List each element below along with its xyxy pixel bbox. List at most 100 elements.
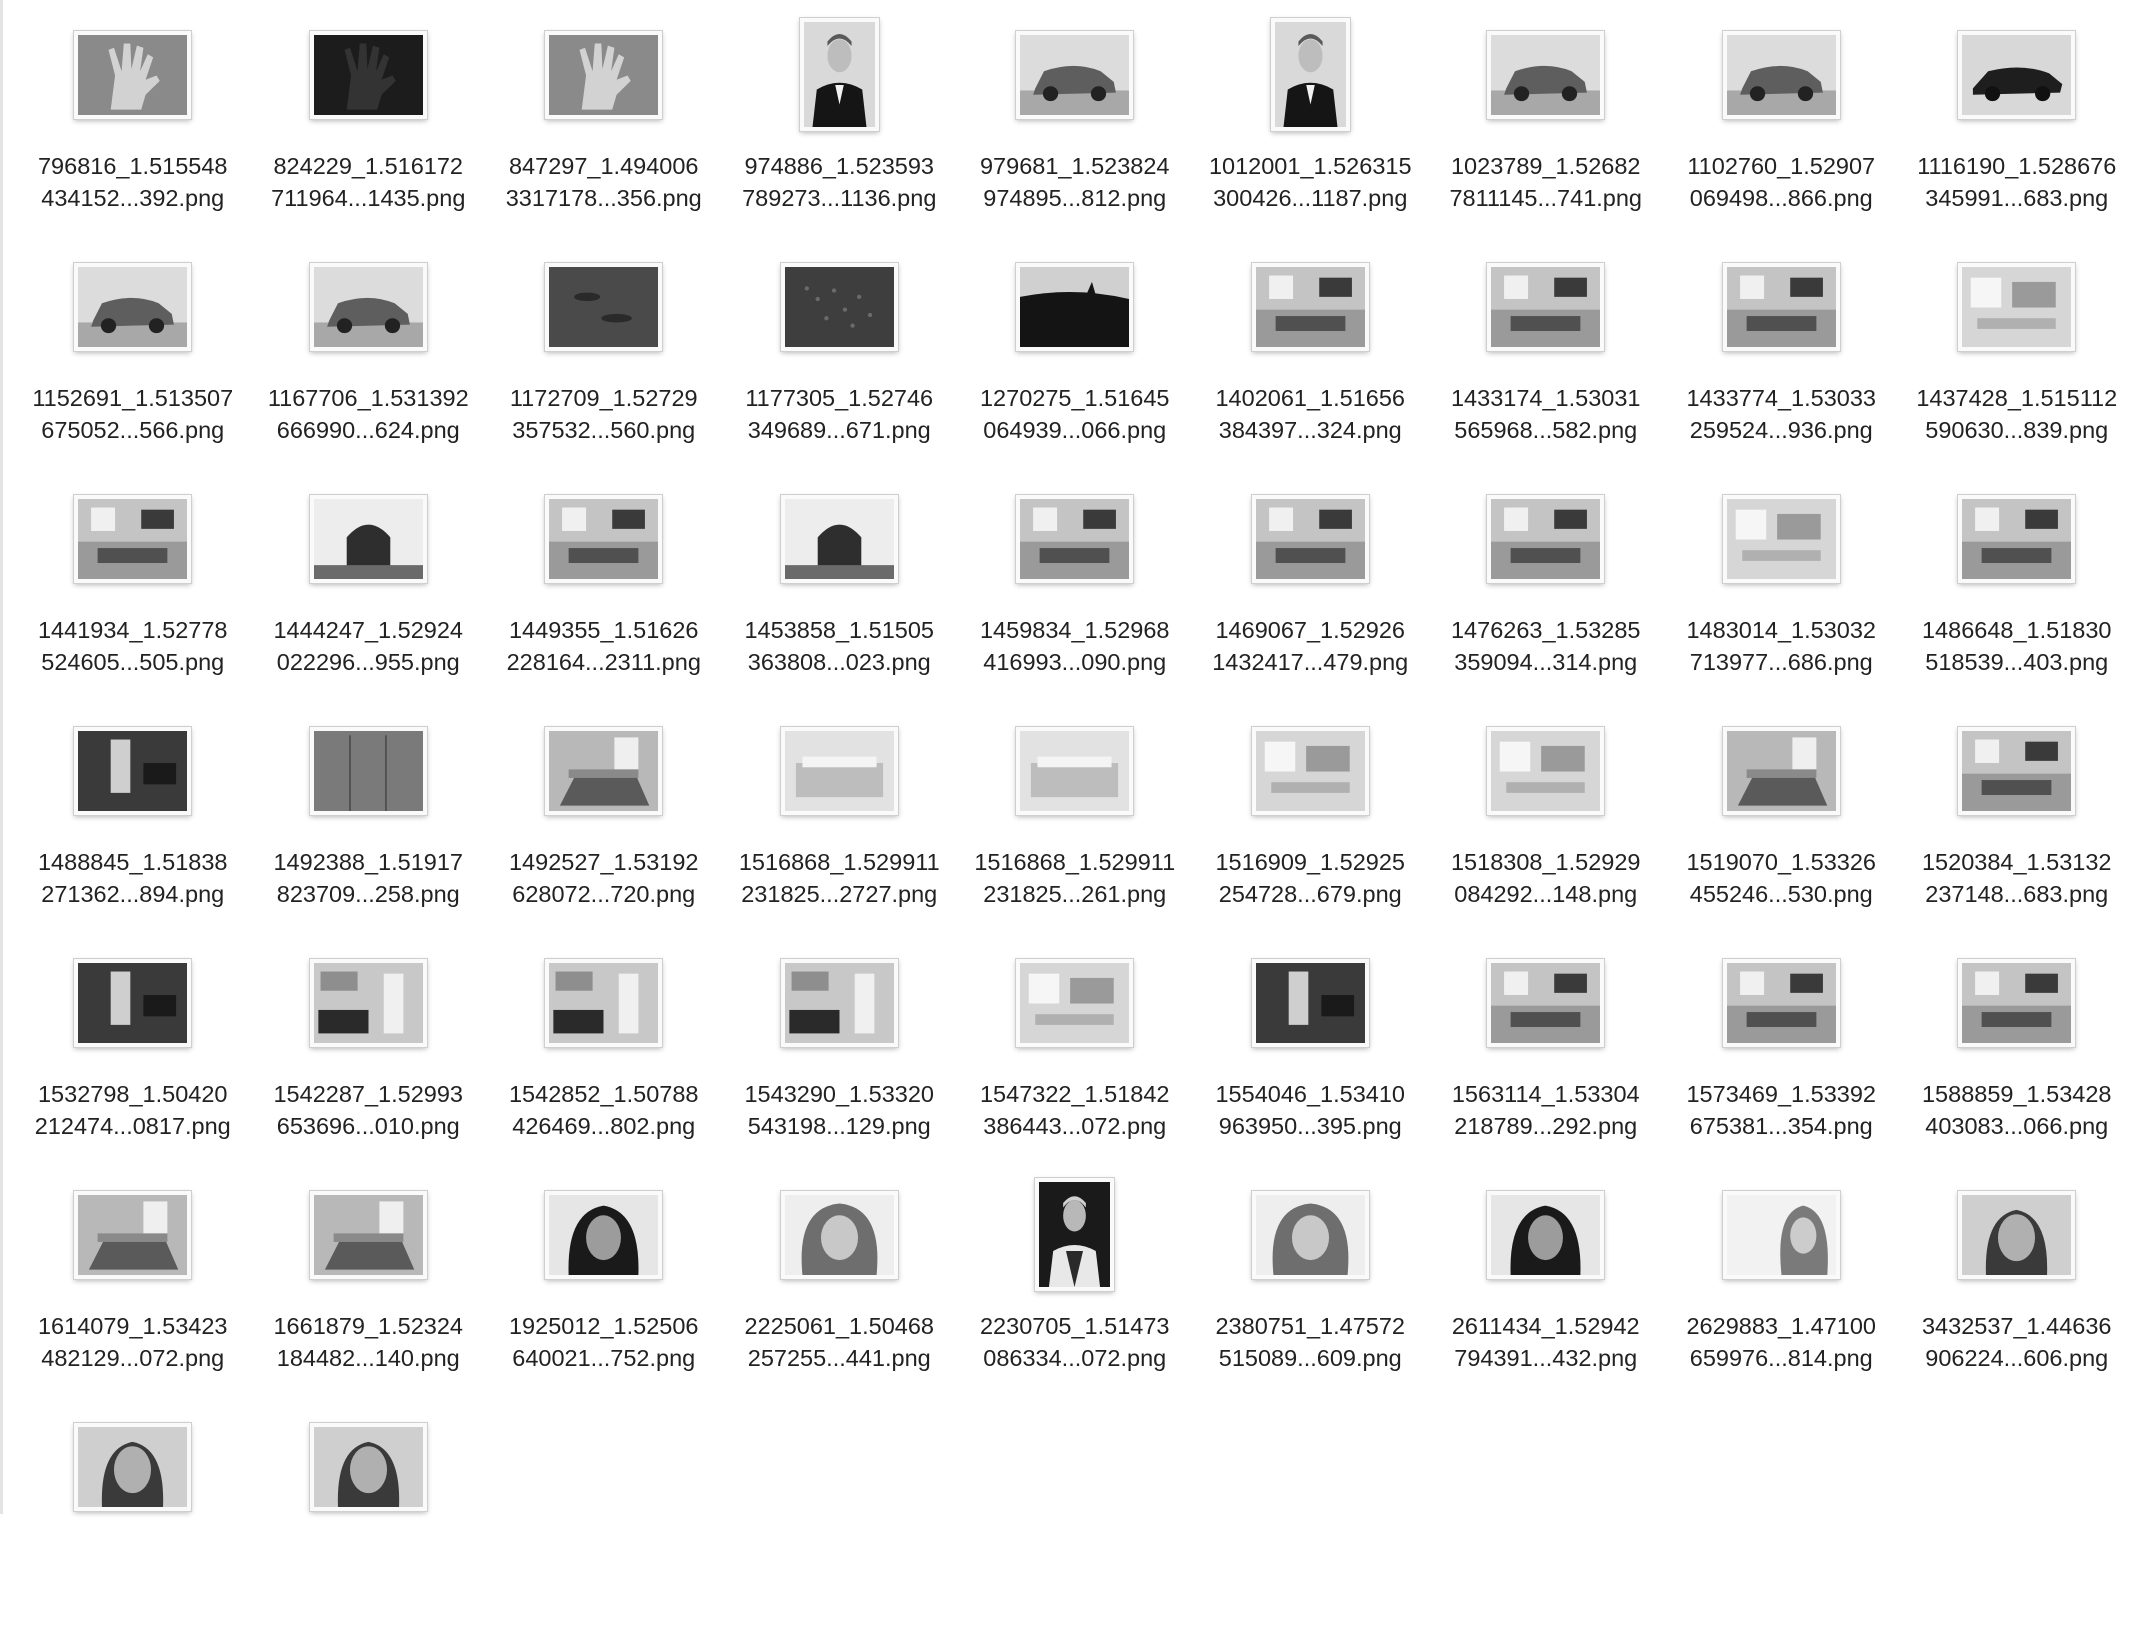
file-item[interactable]: 824229_1.516172 711964...1435.png — [251, 12, 487, 244]
file-item[interactable]: 1516868_1.529911 231825...2727.png — [722, 708, 958, 940]
image-thumbnail[interactable] — [1486, 493, 1606, 584]
image-thumbnail[interactable] — [1721, 1189, 1841, 1280]
file-item[interactable]: 1476263_1.53285 359094...314.png — [1428, 476, 1664, 708]
file-item[interactable]: 1433174_1.53031 565968...582.png — [1428, 244, 1664, 476]
image-thumbnail[interactable] — [1269, 17, 1351, 132]
file-item[interactable]: 1661879_1.52324 184482...140.png — [251, 1172, 487, 1404]
file-item[interactable]: 1488845_1.51838 271362...894.png — [15, 708, 251, 940]
image-thumbnail[interactable] — [1250, 1189, 1370, 1280]
image-thumbnail[interactable] — [1250, 957, 1370, 1048]
file-item[interactable]: 1459834_1.52968 416993...090.png — [957, 476, 1193, 708]
file-item[interactable]: 1925012_1.52506 640021...752.png — [486, 1172, 722, 1404]
file-item[interactable]: 796816_1.515548 434152...392.png — [15, 12, 251, 244]
image-thumbnail[interactable] — [1721, 29, 1841, 120]
image-thumbnail[interactable] — [308, 1421, 428, 1512]
file-item[interactable]: 979681_1.523824 974895...812.png — [957, 12, 1193, 244]
image-thumbnail[interactable] — [308, 725, 428, 816]
image-thumbnail[interactable] — [779, 957, 899, 1048]
image-thumbnail[interactable] — [1957, 1189, 2077, 1280]
file-item[interactable]: 1152691_1.513507 675052...566.png — [15, 244, 251, 476]
image-thumbnail[interactable] — [1015, 493, 1135, 584]
image-thumbnail[interactable] — [544, 493, 664, 584]
image-thumbnail[interactable] — [544, 957, 664, 1048]
image-thumbnail[interactable] — [73, 957, 193, 1048]
image-thumbnail[interactable] — [308, 493, 428, 584]
file-item[interactable]: 2611434_1.52942 794391...432.png — [1428, 1172, 1664, 1404]
image-thumbnail[interactable] — [1034, 1177, 1116, 1292]
file-item[interactable]: 1167706_1.531392 666990...624.png — [251, 244, 487, 476]
image-thumbnail[interactable] — [1015, 29, 1135, 120]
file-item[interactable]: 1444247_1.52924 022296...955.png — [251, 476, 487, 708]
file-item[interactable]: 1483014_1.53032 713977...686.png — [1664, 476, 1900, 708]
file-item[interactable]: 1402061_1.51656 384397...324.png — [1193, 244, 1429, 476]
image-thumbnail[interactable] — [308, 1189, 428, 1280]
file-item[interactable]: 2230705_1.51473 086334...072.png — [957, 1172, 1193, 1404]
file-item[interactable]: 847297_1.494006 3317178...356.png — [486, 12, 722, 244]
image-thumbnail[interactable] — [779, 1189, 899, 1280]
image-thumbnail[interactable] — [1250, 261, 1370, 352]
file-item[interactable]: 1532798_1.50420 212474...0817.png — [15, 940, 251, 1172]
image-thumbnail[interactable] — [308, 957, 428, 1048]
image-thumbnail[interactable] — [1015, 725, 1135, 816]
image-thumbnail[interactable] — [1721, 725, 1841, 816]
image-thumbnail[interactable] — [544, 261, 664, 352]
file-item[interactable]: 1453858_1.51505 363808...023.png — [722, 476, 958, 708]
image-thumbnail[interactable] — [308, 29, 428, 120]
image-thumbnail[interactable] — [73, 1189, 193, 1280]
image-thumbnail[interactable] — [1957, 725, 2077, 816]
file-item[interactable]: 1177305_1.52746 349689...671.png — [722, 244, 958, 476]
file-item[interactable]: 1518308_1.52929 084292...148.png — [1428, 708, 1664, 940]
image-thumbnail[interactable] — [73, 493, 193, 584]
image-thumbnail[interactable] — [544, 725, 664, 816]
file-item[interactable]: 1116190_1.528676 345991...683.png — [1899, 12, 2135, 244]
file-item[interactable]: 1519070_1.53326 455246...530.png — [1664, 708, 1900, 940]
file-item[interactable]: 1516909_1.52925 254728...679.png — [1193, 708, 1429, 940]
image-thumbnail[interactable] — [544, 29, 664, 120]
file-item[interactable]: 2629883_1.47100 659976...814.png — [1664, 1172, 1900, 1404]
file-item[interactable]: 2380751_1.47572 515089...609.png — [1193, 1172, 1429, 1404]
image-thumbnail[interactable] — [1957, 957, 2077, 1048]
file-item[interactable]: 974886_1.523593 789273...1136.png — [722, 12, 958, 244]
file-item[interactable]: 1542852_1.50788 426469...802.png — [486, 940, 722, 1172]
file-item[interactable]: 1172709_1.52729 357532...560.png — [486, 244, 722, 476]
file-item[interactable]: 1492527_1.53192 628072...720.png — [486, 708, 722, 940]
image-thumbnail[interactable] — [1957, 261, 2077, 352]
file-item[interactable]: 1437428_1.515112 590630...839.png — [1899, 244, 2135, 476]
image-thumbnail[interactable] — [1486, 957, 1606, 1048]
file-item[interactable]: 1563114_1.53304 218789...292.png — [1428, 940, 1664, 1172]
image-thumbnail[interactable] — [779, 725, 899, 816]
file-item[interactable]: 1449355_1.51626 228164...2311.png — [486, 476, 722, 708]
file-item[interactable]: 1433774_1.53033 259524...936.png — [1664, 244, 1900, 476]
image-thumbnail[interactable] — [798, 17, 880, 132]
image-thumbnail[interactable] — [1957, 29, 2077, 120]
file-item[interactable]: 1492388_1.51917 823709...258.png — [251, 708, 487, 940]
file-item[interactable]: 1102760_1.52907 069498...866.png — [1664, 12, 1900, 244]
image-thumbnail[interactable] — [1721, 261, 1841, 352]
file-item[interactable]: 1023789_1.52682 7811145...741.png — [1428, 12, 1664, 244]
file-item[interactable]: 1542287_1.52993 653696...010.png — [251, 940, 487, 1172]
file-item[interactable]: 2225061_1.50468 257255...441.png — [722, 1172, 958, 1404]
file-item[interactable] — [251, 1404, 487, 1636]
file-item[interactable]: 1614079_1.53423 482129...072.png — [15, 1172, 251, 1404]
image-thumbnail[interactable] — [308, 261, 428, 352]
file-item[interactable]: 1554046_1.53410 963950...395.png — [1193, 940, 1429, 1172]
file-item[interactable]: 1573469_1.53392 675381...354.png — [1664, 940, 1900, 1172]
image-thumbnail[interactable] — [779, 261, 899, 352]
image-thumbnail[interactable] — [1957, 493, 2077, 584]
file-item[interactable] — [15, 1404, 251, 1636]
image-thumbnail[interactable] — [1250, 725, 1370, 816]
file-item[interactable]: 1012001_1.526315 300426...1187.png — [1193, 12, 1429, 244]
image-thumbnail[interactable] — [1486, 29, 1606, 120]
image-thumbnail[interactable] — [1015, 261, 1135, 352]
file-item[interactable]: 1441934_1.52778 524605...505.png — [15, 476, 251, 708]
image-thumbnail[interactable] — [73, 29, 193, 120]
image-thumbnail[interactable] — [779, 493, 899, 584]
image-thumbnail[interactable] — [1486, 725, 1606, 816]
image-thumbnail[interactable] — [73, 1421, 193, 1512]
image-thumbnail[interactable] — [1250, 493, 1370, 584]
image-thumbnail[interactable] — [73, 725, 193, 816]
file-item[interactable]: 1520384_1.53132 237148...683.png — [1899, 708, 2135, 940]
file-item[interactable]: 1547322_1.51842 386443...072.png — [957, 940, 1193, 1172]
image-thumbnail[interactable] — [1486, 261, 1606, 352]
image-thumbnail[interactable] — [1486, 1189, 1606, 1280]
